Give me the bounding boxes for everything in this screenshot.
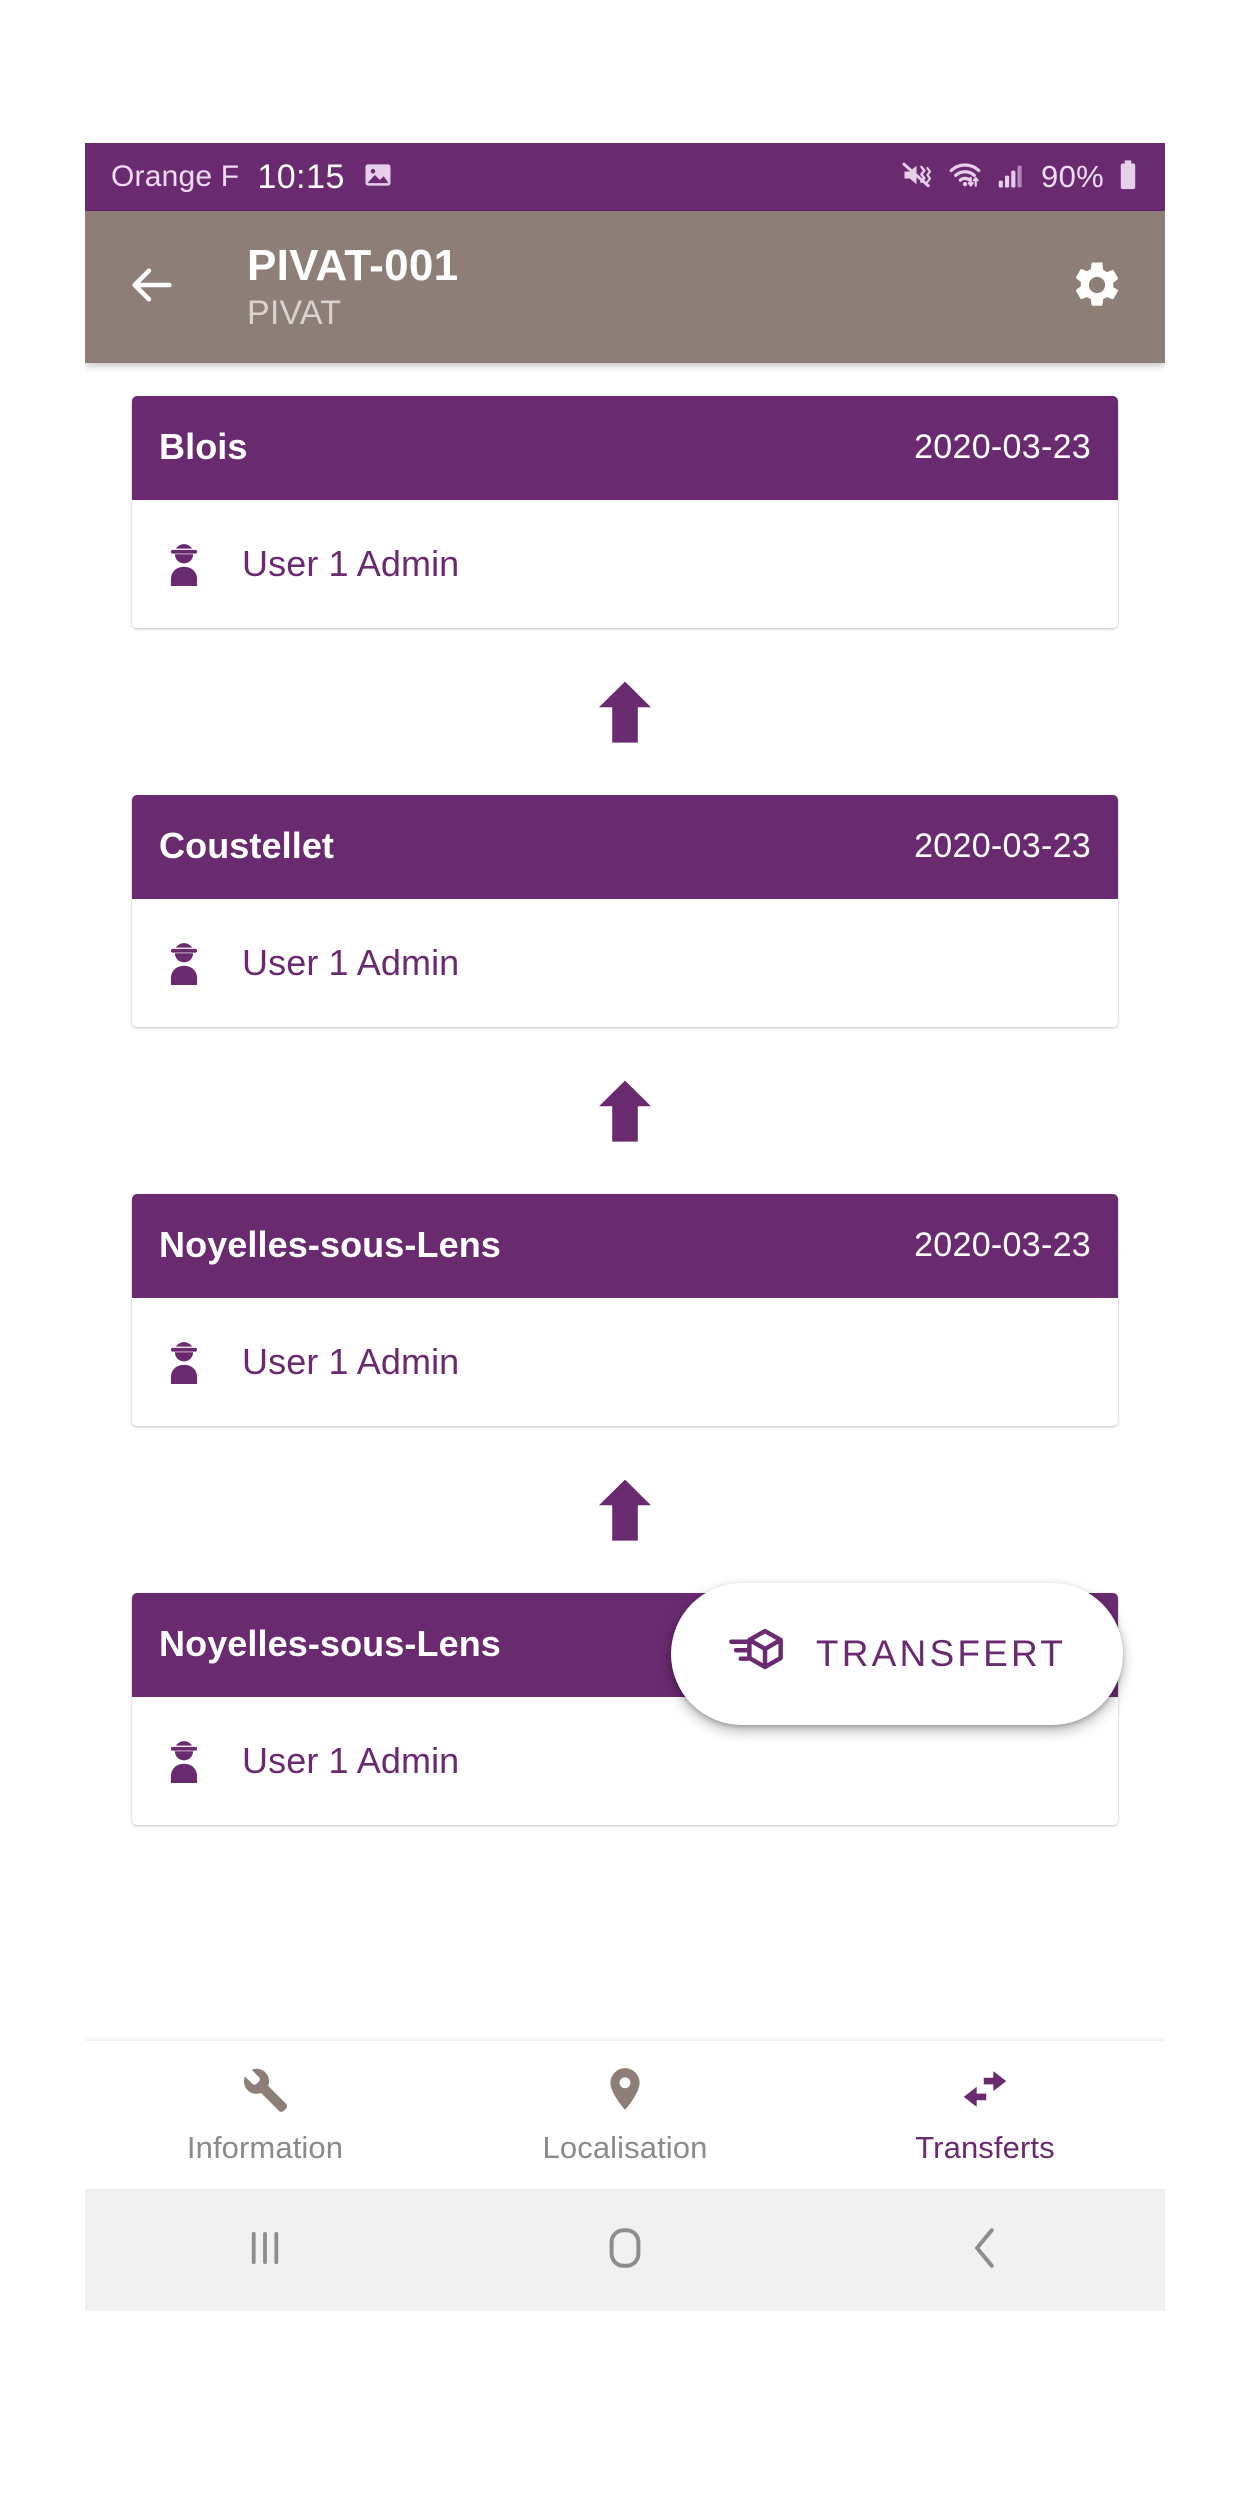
transfer-card-body: User 1 Admin: [132, 1298, 1118, 1426]
nav-item-transferts[interactable]: Transferts: [805, 2041, 1165, 2189]
home-button[interactable]: [445, 2225, 805, 2276]
system-navigation-bar: [85, 2189, 1165, 2311]
transfer-date: 2020-03-23: [914, 427, 1091, 466]
worker-helmet-icon: [159, 1734, 209, 1788]
transfer-place: Coustellet: [159, 825, 335, 866]
transfer-card-body: User 1 Admin: [132, 500, 1118, 628]
battery-icon: [1117, 159, 1139, 196]
transfer-date: 2020-03-23: [914, 826, 1091, 865]
carrier-label: Orange F: [111, 160, 240, 193]
app-bar: PIVAT-001 PIVAT: [85, 211, 1165, 363]
image-icon: [363, 160, 393, 195]
transfer-user: User 1 Admin: [242, 543, 460, 584]
worker-helmet-icon: [159, 936, 209, 990]
map-pin-icon: [600, 2064, 650, 2119]
signal-icon: [996, 160, 1024, 195]
nav-item-localisation[interactable]: Localisation: [445, 2041, 805, 2189]
transfert-fab[interactable]: TRANSFERT: [671, 1583, 1123, 1725]
nav-label-localisation: Localisation: [542, 2130, 708, 2165]
recent-apps-button[interactable]: [85, 2226, 445, 2275]
nav-item-information[interactable]: Information: [85, 2041, 445, 2189]
transfer-user: User 1 Admin: [242, 942, 460, 983]
transfer-card-header: Noyelles-sous-Lens 2020-03-23: [132, 1194, 1118, 1298]
arrow-up-icon: [597, 678, 653, 746]
mute-vibrate-icon: [900, 160, 934, 195]
arrow-up-icon: [597, 1476, 653, 1544]
bottom-navigation: Information Localisation Transferts: [85, 2041, 1165, 2189]
transfer-card-body: User 1 Admin: [132, 899, 1118, 1027]
status-bar-left: Orange F 10:15: [111, 158, 393, 197]
back-chevron-icon: [965, 2225, 1005, 2276]
worker-helmet-icon: [159, 537, 209, 591]
arrow-up-icon: [597, 1077, 653, 1145]
wrench-icon: [240, 2064, 290, 2119]
status-bar-right: 90%: [900, 159, 1139, 196]
fab-label: TRANSFERT: [815, 1633, 1067, 1674]
worker-helmet-icon: [159, 1335, 209, 1389]
status-bar: Orange F 10:15 90%: [85, 143, 1165, 211]
transfer-card[interactable]: Blois 2020-03-23 User 1 Admin: [132, 396, 1118, 628]
transfer-card-header: Blois 2020-03-23: [132, 396, 1118, 500]
recent-apps-icon: [245, 2226, 285, 2275]
transfer-connector: [132, 1027, 1118, 1194]
transfer-card-header: Coustellet 2020-03-23: [132, 795, 1118, 899]
transfer-user: User 1 Admin: [242, 1740, 460, 1781]
back-button[interactable]: [115, 250, 189, 324]
battery-percent-label: 90%: [1041, 159, 1104, 194]
transfer-place: Blois: [159, 426, 248, 467]
transfer-user: User 1 Admin: [242, 1341, 460, 1382]
transfer-connector: [132, 628, 1118, 795]
wifi-icon: [947, 160, 983, 195]
settings-button[interactable]: [1059, 249, 1135, 325]
nav-label-transferts: Transferts: [915, 2130, 1055, 2165]
gear-icon: [1070, 258, 1124, 317]
compare-arrows-icon: [960, 2064, 1010, 2119]
back-button-system[interactable]: [805, 2225, 1165, 2276]
page-title: PIVAT-001: [247, 241, 459, 291]
transfer-card[interactable]: Noyelles-sous-Lens 2020-03-23 User 1 Adm…: [132, 1194, 1118, 1426]
app-bar-titles: PIVAT-001 PIVAT: [189, 242, 1059, 333]
clock-label: 10:15: [257, 157, 345, 196]
transfer-connector: [132, 1426, 1118, 1593]
package-transfer-icon: [728, 1623, 786, 1686]
home-icon: [603, 2225, 647, 2276]
page-subtitle: PIVAT: [247, 293, 342, 332]
nav-label-information: Information: [186, 2130, 344, 2165]
phone-screen: Orange F 10:15 90% PIVAT-001 PIVAT Blois…: [85, 143, 1165, 2363]
transfer-card[interactable]: Coustellet 2020-03-23 User 1 Admin: [132, 795, 1118, 1027]
transfer-date: 2020-03-23: [914, 1225, 1091, 1264]
transfers-scroll-area[interactable]: Blois 2020-03-23 User 1 Admin Coustellet…: [85, 363, 1165, 2041]
arrow-left-icon: [126, 259, 178, 316]
transfer-place: Noyelles-sous-Lens: [159, 1224, 501, 1265]
